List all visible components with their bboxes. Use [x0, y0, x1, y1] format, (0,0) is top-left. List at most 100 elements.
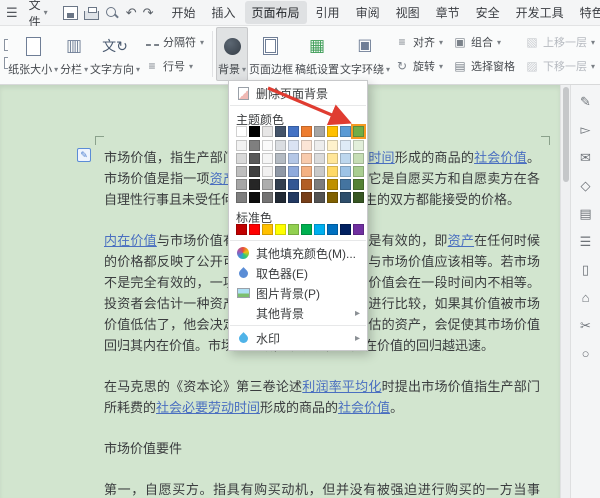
color-swatch[interactable]: [249, 140, 260, 151]
line-number-button[interactable]: ≡ 行号 ▾: [142, 55, 207, 77]
color-swatch[interactable]: [301, 140, 312, 151]
color-swatch[interactable]: [301, 224, 312, 235]
pen-icon[interactable]: ✎: [580, 95, 591, 109]
color-swatch[interactable]: [314, 192, 325, 203]
color-swatch[interactable]: [262, 192, 273, 203]
color-swatch[interactable]: [301, 166, 312, 177]
color-swatch[interactable]: [249, 192, 260, 203]
color-swatch[interactable]: [314, 153, 325, 164]
color-swatch[interactable]: [353, 192, 364, 203]
hyperlink[interactable]: 社会价值: [338, 400, 390, 415]
color-swatch[interactable]: [327, 126, 338, 137]
page-border-button[interactable]: 页面边框: [248, 27, 294, 81]
hyperlink[interactable]: 社会价值: [474, 150, 527, 165]
color-swatch[interactable]: [314, 224, 325, 235]
tab-特色应用[interactable]: 特色应用: [573, 1, 600, 24]
bookmark-marker-icon[interactable]: ✎: [77, 148, 91, 162]
clip-icon[interactable]: ✂: [580, 319, 591, 333]
eyedropper-item[interactable]: 取色器(E): [229, 263, 367, 283]
color-swatch[interactable]: [288, 179, 299, 190]
color-swatch[interactable]: [275, 179, 286, 190]
color-swatch[interactable]: [262, 179, 273, 190]
hyperlink[interactable]: 资产: [448, 233, 474, 248]
color-swatch[interactable]: [327, 224, 338, 235]
color-swatch[interactable]: [340, 140, 351, 151]
color-swatch[interactable]: [275, 153, 286, 164]
scrollbar-thumb[interactable]: [563, 87, 569, 182]
color-swatch[interactable]: [236, 153, 247, 164]
color-swatch[interactable]: [314, 166, 325, 177]
color-swatch[interactable]: [314, 140, 325, 151]
color-swatch[interactable]: [314, 179, 325, 190]
color-swatch[interactable]: [327, 192, 338, 203]
save-icon[interactable]: [63, 6, 78, 20]
color-swatch[interactable]: [327, 153, 338, 164]
color-swatch[interactable]: [353, 126, 364, 137]
hyperlink[interactable]: 社会必要劳动时间: [156, 400, 260, 415]
color-swatch[interactable]: [340, 179, 351, 190]
background-button[interactable]: 背景▾: [216, 27, 248, 81]
color-swatch[interactable]: [288, 166, 299, 177]
rotate-button[interactable]: ↻ 旋转 ▾: [392, 55, 446, 77]
color-swatch[interactable]: [236, 179, 247, 190]
color-swatch[interactable]: [353, 140, 364, 151]
outline-icon[interactable]: ☰: [580, 235, 592, 249]
color-swatch[interactable]: [262, 153, 273, 164]
color-swatch[interactable]: [249, 153, 260, 164]
vertical-scrollbar[interactable]: [560, 85, 570, 498]
color-swatch[interactable]: [262, 224, 273, 235]
color-swatch[interactable]: [275, 140, 286, 151]
more-fill-colors-item[interactable]: 其他填充颜色(M)...: [229, 243, 367, 263]
color-swatch[interactable]: [301, 126, 312, 137]
color-swatch[interactable]: [340, 153, 351, 164]
bookmark-icon[interactable]: ▯: [582, 263, 589, 277]
align-button[interactable]: ≡ 对齐 ▾: [392, 31, 446, 53]
color-swatch[interactable]: [340, 192, 351, 203]
color-swatch[interactable]: [249, 126, 260, 137]
color-swatch[interactable]: [327, 166, 338, 177]
hyperlink[interactable]: 内在价值: [104, 233, 157, 248]
color-swatch[interactable]: [301, 192, 312, 203]
main-menu-icon[interactable]: ☰: [6, 5, 18, 21]
text-wrap-button[interactable]: ▣ 文字环绕▾: [340, 27, 390, 81]
color-swatch[interactable]: [288, 224, 299, 235]
tab-页面布局[interactable]: 页面布局: [245, 1, 307, 24]
picture-background-item[interactable]: 图片背景(P): [229, 283, 367, 303]
paper-size-button[interactable]: 纸张大小▾: [8, 27, 58, 81]
color-swatch[interactable]: [249, 179, 260, 190]
color-swatch[interactable]: [340, 126, 351, 137]
color-swatch[interactable]: [236, 224, 247, 235]
color-swatch[interactable]: [288, 153, 299, 164]
color-swatch[interactable]: [340, 224, 351, 235]
color-swatch[interactable]: [275, 192, 286, 203]
color-swatch[interactable]: [288, 126, 299, 137]
hyperlink[interactable]: 利润率平均化: [302, 379, 381, 394]
color-swatch[interactable]: [288, 192, 299, 203]
color-swatch[interactable]: [262, 166, 273, 177]
color-swatch[interactable]: [275, 166, 286, 177]
cursor-icon[interactable]: ▻: [581, 123, 591, 137]
tab-审阅[interactable]: 审阅: [349, 1, 387, 24]
delete-page-background-item[interactable]: 删除页面背景: [229, 83, 367, 103]
color-swatch[interactable]: [301, 153, 312, 164]
color-swatch[interactable]: [236, 126, 247, 137]
other-background-item[interactable]: 其他背景 ▸: [229, 303, 367, 323]
color-swatch[interactable]: [249, 224, 260, 235]
tab-插入[interactable]: 插入: [205, 1, 243, 24]
undo-icon[interactable]: ↶: [126, 6, 137, 20]
color-swatch[interactable]: [275, 126, 286, 137]
color-swatch[interactable]: [262, 140, 273, 151]
color-swatch[interactable]: [353, 179, 364, 190]
color-swatch[interactable]: [288, 140, 299, 151]
text-direction-button[interactable]: 文↻ 文字方向▾: [90, 27, 140, 81]
tab-引用[interactable]: 引用: [309, 1, 347, 24]
color-swatch[interactable]: [327, 179, 338, 190]
home-icon[interactable]: ⌂: [582, 291, 590, 305]
styles-icon[interactable]: ▤: [579, 207, 591, 221]
color-swatch[interactable]: [353, 224, 364, 235]
color-swatch[interactable]: [262, 126, 273, 137]
margins-icon[interactable]: [4, 39, 8, 51]
color-swatch[interactable]: [340, 166, 351, 177]
comment-icon[interactable]: ✉: [580, 151, 591, 165]
more-icon[interactable]: ○: [582, 347, 590, 361]
